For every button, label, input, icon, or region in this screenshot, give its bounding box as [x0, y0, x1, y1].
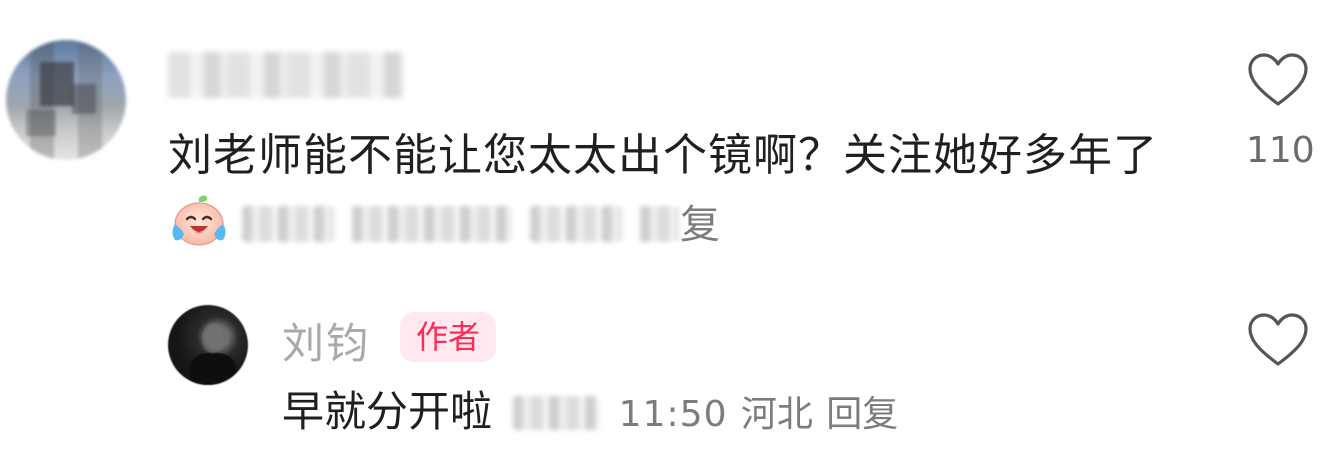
- author-reply-text: 早就分开啦: [282, 387, 493, 436]
- reply-date-blurred: [513, 396, 600, 430]
- comment-body: 刘老师能不能让您太太出个镜啊？关注她好多年了 复: [168, 122, 1178, 259]
- like-heart-icon[interactable]: [1247, 52, 1309, 108]
- author-reply-location: 河北: [740, 394, 813, 435]
- comment-text: 刘老师能不能让您太太出个镜啊？关注她好多年了: [168, 130, 1158, 181]
- author-reply-line: 早就分开啦 11:50 河北 回复: [282, 382, 898, 445]
- crying-laughing-emoji-icon: [172, 195, 226, 246]
- author-avatar[interactable]: [168, 305, 248, 385]
- like-count: 110: [1246, 130, 1315, 171]
- like-heart-icon-reply[interactable]: [1247, 312, 1309, 368]
- commenter-name-blurred[interactable]: [168, 52, 404, 98]
- reply-button-blurred-part: [640, 206, 678, 242]
- comment-time-blurred: [242, 206, 334, 242]
- commenter-avatar[interactable]: [6, 40, 126, 160]
- author-badge: 作者: [400, 312, 497, 362]
- author-reply-time: 11:50: [618, 394, 728, 435]
- comment-location-blurred: [530, 206, 622, 242]
- reply-button[interactable]: 复: [680, 202, 721, 248]
- author-reply-button[interactable]: 回复: [826, 394, 898, 435]
- author-name[interactable]: 刘钧: [282, 310, 370, 371]
- comment-date-blurred: [352, 206, 512, 242]
